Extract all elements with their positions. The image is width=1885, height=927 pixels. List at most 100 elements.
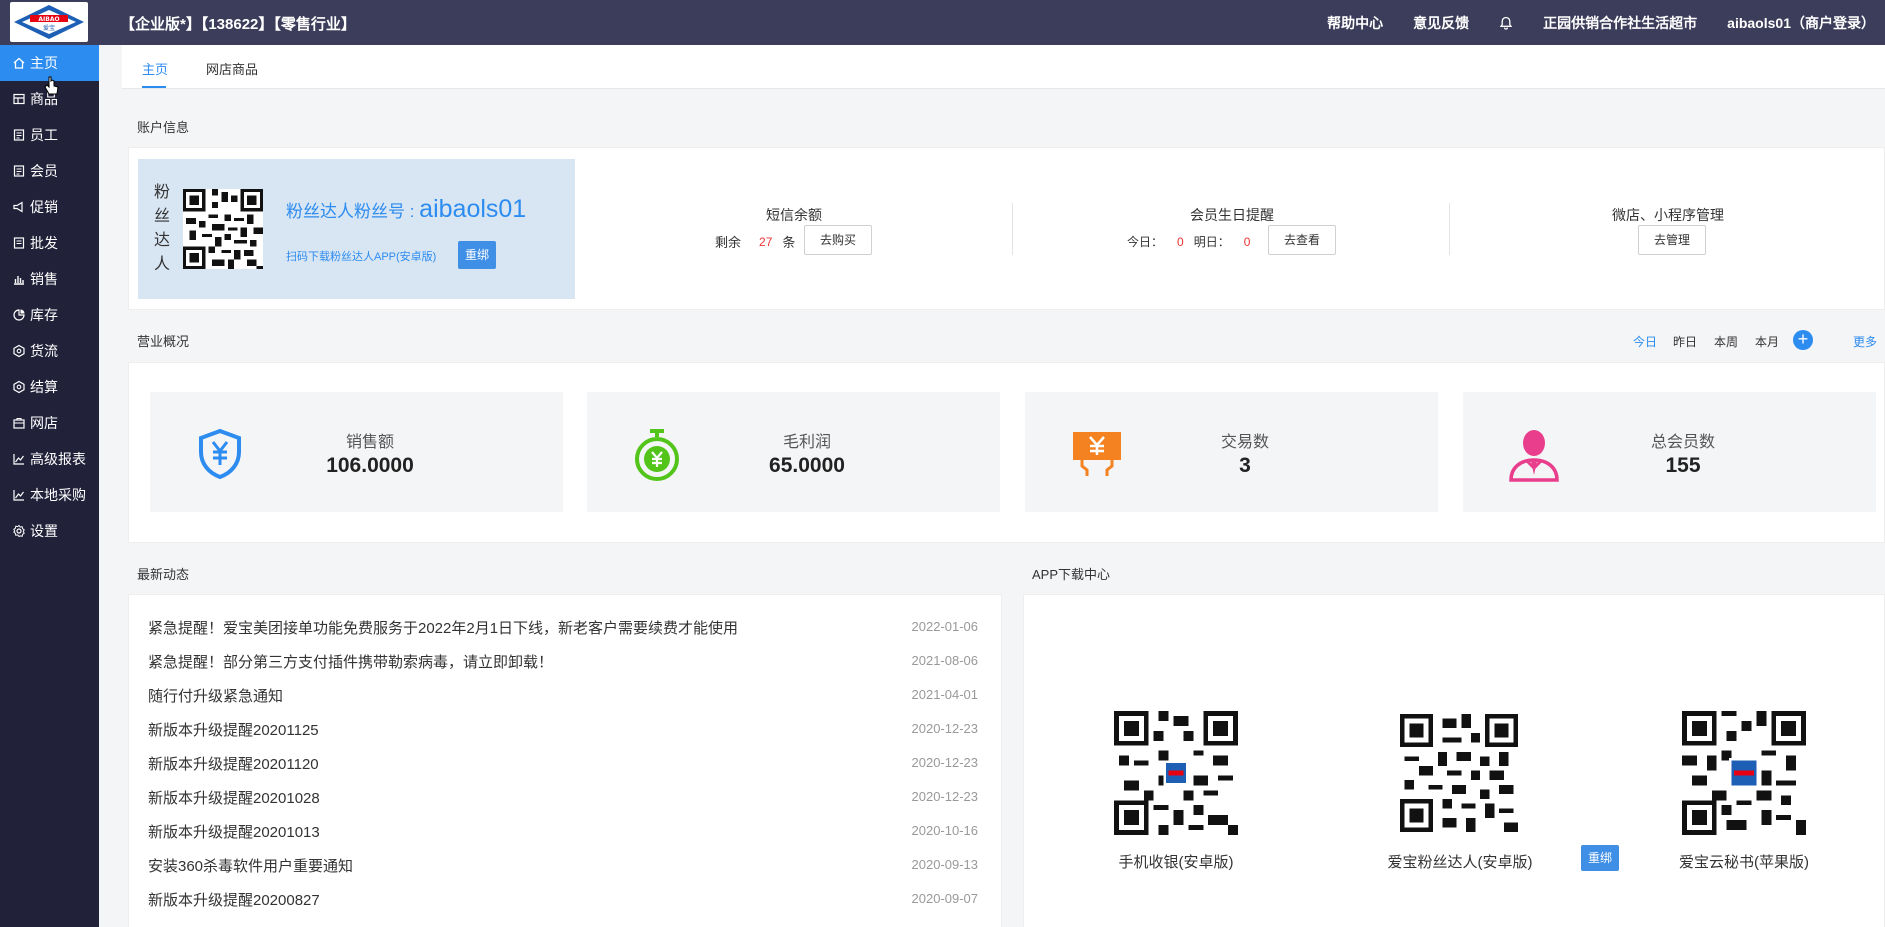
purchase-icon — [13, 490, 24, 501]
tab-bar: 主页 网店商品 — [122, 45, 1885, 89]
birthday-counts: 今日： 0 明日： 0 — [1127, 234, 1251, 250]
member-icon — [13, 165, 25, 177]
user-account[interactable]: aibaols01（商户登录） — [1727, 13, 1875, 33]
sidebar-item-label: 设置 — [30, 523, 58, 539]
mini-program-title: 微店、小程序管理 — [1612, 207, 1724, 223]
settle-icon — [13, 380, 25, 394]
feedback-link[interactable]: 意见反馈 — [1413, 13, 1469, 33]
shop-icon — [13, 417, 25, 429]
person-icon — [1509, 430, 1559, 482]
store-name[interactable]: 正园供销合作社生活超市 — [1543, 13, 1697, 33]
tab-home[interactable]: 主页 — [142, 59, 168, 78]
stat-label: 销售额 — [345, 434, 394, 451]
manage-mini-button[interactable]: 去管理 — [1638, 225, 1706, 255]
fans-qr-code — [183, 189, 263, 269]
bell-icon[interactable] — [1499, 16, 1513, 30]
sidebar-item-report[interactable]: 高级报表 — [0, 441, 99, 477]
sms-balance-title: 短信余额 — [766, 207, 822, 223]
card-yen-icon — [1073, 432, 1121, 476]
app-label: 爱宝粉丝达人(安卓版) — [1387, 854, 1533, 871]
period-month[interactable]: 本月 — [1755, 333, 1779, 350]
sidebar-item-label: 库存 — [30, 307, 58, 323]
sidebar-item-shop[interactable]: 网店 — [0, 405, 99, 441]
sidebar-item-purchase[interactable]: 本地采购 — [0, 477, 99, 513]
birthday-reminder-title: 会员生日提醒 — [1190, 207, 1274, 223]
add-icon[interactable]: + — [1793, 330, 1813, 350]
account-section-title: 账户信息 — [137, 120, 190, 135]
sidebar-item-logistics[interactable]: 货流 — [0, 333, 99, 369]
app-label: 爱宝云秘书(苹果版) — [1679, 854, 1809, 871]
edition-info: 【企业版*】【138622】【零售行业】 — [120, 16, 356, 33]
news-item[interactable]: 随行付升级紧急通知 2021-04-01 — [148, 685, 978, 705]
tab-online-goods[interactable]: 网店商品 — [206, 59, 258, 78]
wholesale-icon — [13, 237, 25, 249]
sidebar-item-label: 结算 — [30, 379, 58, 395]
help-center-link[interactable]: 帮助中心 — [1327, 13, 1383, 33]
home-icon — [13, 57, 25, 69]
shield-yen-icon — [199, 428, 241, 480]
stat-card-sales[interactable]: 销售额 106.0000 — [150, 392, 563, 512]
sidebar-item-settings[interactable]: 设置 — [0, 513, 99, 549]
sidebar-item-label: 会员 — [30, 163, 58, 179]
more-link[interactable]: 更多 — [1853, 333, 1877, 350]
sidebar-item-member[interactable]: 会员 — [0, 153, 99, 189]
mouse-cursor-icon — [44, 76, 59, 95]
news-item[interactable]: 新版本升级提醒20201120 2020-12-23 — [148, 753, 978, 773]
stat-card-profit[interactable]: 毛利润 65.0000 — [587, 392, 1000, 512]
period-today[interactable]: 今日 — [1633, 333, 1657, 350]
fans-download-hint[interactable]: 扫码下载粉丝达人APP(安卓版) — [286, 248, 436, 264]
news-item[interactable]: 紧急提醒！部分第三方支付插件携带勒索病毒，请立即卸载！ 2021-08-06 — [148, 651, 978, 671]
sidebar-item-sales[interactable]: 销售 — [0, 261, 99, 297]
sidebar-item-settle[interactable]: 结算 — [0, 369, 99, 405]
stat-card-transactions[interactable]: 交易数 3 — [1025, 392, 1438, 512]
news-item[interactable]: 新版本升级提醒20201125 2020-12-23 — [148, 719, 978, 739]
news-item[interactable]: 安装360杀毒软件用户重要通知 2020-09-13 — [148, 855, 978, 875]
goods-icon — [13, 93, 25, 105]
logistics-icon — [13, 344, 25, 358]
period-yesterday[interactable]: 昨日 — [1673, 333, 1697, 350]
stat-value: 106.0000 — [326, 454, 414, 477]
stat-label: 总会员数 — [1650, 434, 1715, 451]
fans-card: 粉 丝 达 人 粉丝达人粉丝号 : aibaols01 扫码下载粉丝达人APP(… — [138, 159, 575, 299]
app-section-title: APP下载中心 — [1032, 567, 1111, 582]
rebind-button[interactable]: 重绑 — [458, 241, 496, 269]
stat-label: 毛利润 — [782, 434, 831, 451]
stopwatch-yen-icon — [635, 429, 679, 481]
sidebar-item-wholesale[interactable]: 批发 — [0, 225, 99, 261]
period-week[interactable]: 本周 — [1714, 333, 1738, 350]
stat-label: 交易数 — [1220, 434, 1269, 451]
sidebar-item-label: 本地采购 — [30, 487, 86, 503]
fans-app-qr-code — [1400, 714, 1518, 832]
sidebar-item-staff[interactable]: 员工 — [0, 117, 99, 153]
report-icon — [13, 454, 24, 465]
stock-icon — [13, 309, 25, 321]
stat-card-members[interactable]: 总会员数 155 — [1463, 392, 1876, 512]
fans-id-title: 粉丝达人粉丝号 : aibaols01 — [286, 195, 527, 223]
view-birthday-button[interactable]: 去查看 — [1268, 225, 1336, 255]
stat-value: 3 — [1239, 454, 1251, 477]
sms-count: 27 — [759, 234, 773, 249]
sms-balance-line: 剩余 27 条 — [715, 234, 796, 251]
news-item[interactable]: 紧急提醒！爱宝美团接单功能免费服务于2022年2月1日下线，新老客户需要续费才能… — [148, 617, 978, 637]
aibao-logo[interactable]: AIBAO 爱宝 — [10, 2, 88, 42]
business-section-title: 营业概况 — [137, 334, 190, 349]
news-item[interactable]: 新版本升级提醒20200827 2020-09-07 — [148, 889, 978, 909]
sidebar-item-stock[interactable]: 库存 — [0, 297, 99, 333]
sidebar-item-label: 主页 — [30, 55, 58, 71]
buy-sms-button[interactable]: 去购买 — [804, 225, 872, 255]
sidebar-item-promo[interactable]: 促销 — [0, 189, 99, 225]
svg-text:AIBAO: AIBAO — [38, 16, 59, 23]
card-divider — [574, 205, 575, 257]
rebind-button[interactable]: 重绑 — [1581, 845, 1619, 871]
stat-value: 155 — [1665, 454, 1701, 477]
sidebar-item-label: 促销 — [30, 199, 58, 215]
app-label: 手机收银(安卓版) — [1118, 854, 1234, 871]
sidebar-item-label: 批发 — [30, 235, 58, 251]
sidebar: 主页 商品 员工 会员 促销 批发 销售 库存 货流 结算 网店 高级报表 本地… — [0, 45, 99, 927]
divider — [1449, 203, 1450, 255]
fans-vertical-label: 粉 丝 达 人 — [153, 184, 170, 273]
news-item[interactable]: 新版本升级提醒20201013 2020-10-16 — [148, 821, 978, 841]
news-item[interactable]: 新版本升级提醒20201028 2020-12-23 — [148, 787, 978, 807]
active-tab-indicator — [142, 86, 166, 88]
divider — [1012, 203, 1013, 255]
